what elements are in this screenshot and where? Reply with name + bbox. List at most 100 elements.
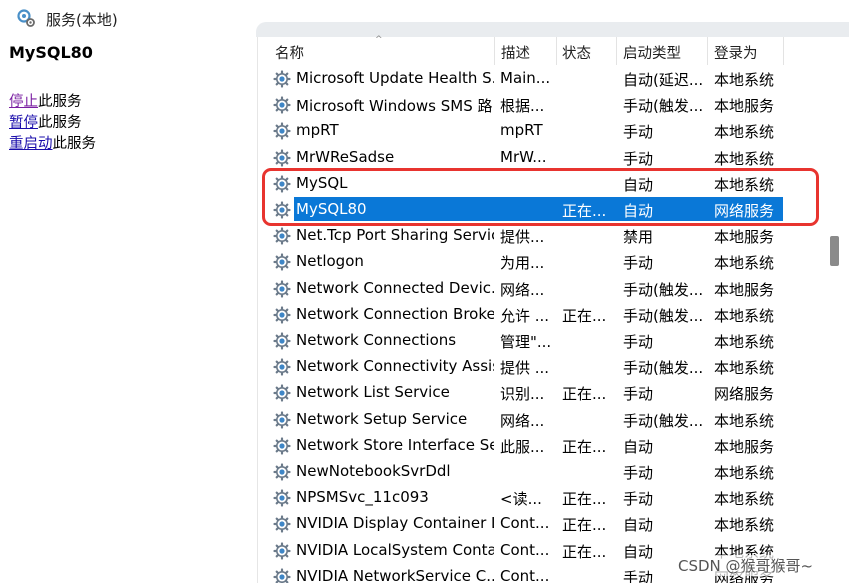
description-cell: 为用... bbox=[500, 254, 545, 273]
table-row[interactable]: Network List Service 识别... 正在... 手动 网络服务 bbox=[258, 380, 826, 406]
table-row[interactable]: Network Setup Service 网络... 手动(触发... 本地系统 bbox=[258, 407, 826, 433]
scrollbar-thumb[interactable] bbox=[830, 236, 839, 266]
startup-type-cell: 自动 bbox=[623, 516, 654, 535]
startup-type-cell: 手动 bbox=[623, 123, 654, 142]
startup-type-cell: 手动 bbox=[623, 149, 654, 168]
startup-type-cell: 手动(触发... bbox=[623, 359, 704, 378]
table-row[interactable]: mpRT mpRT 手动 本地系统 bbox=[258, 118, 826, 144]
table-row[interactable]: Microsoft Update Health S... Main... 自动(延迟… bbox=[258, 66, 826, 92]
description-cell: Main... bbox=[500, 69, 551, 87]
service-name-cell: Netlogon bbox=[296, 252, 364, 271]
vertical-scrollbar[interactable] bbox=[826, 37, 849, 583]
column-divider[interactable] bbox=[556, 37, 557, 65]
service-gear-icon bbox=[273, 227, 291, 245]
watermark: CSDN @猴哥猴哥~ bbox=[676, 555, 816, 576]
service-name-cell: Network List Service bbox=[296, 383, 450, 402]
description-cell: MrW... bbox=[500, 147, 547, 166]
service-name-cell: mpRT bbox=[296, 121, 339, 140]
service-gear-icon bbox=[273, 96, 291, 114]
service-gear-icon bbox=[273, 253, 291, 271]
service-name-cell: Network Setup Service bbox=[296, 409, 468, 428]
log-on-as-cell: 本地服务 bbox=[714, 228, 775, 247]
column-description[interactable]: 描述 bbox=[501, 42, 530, 63]
service-gear-icon bbox=[273, 463, 291, 481]
column-startup-type[interactable]: 启动类型 bbox=[623, 42, 681, 63]
column-name[interactable]: 名称 bbox=[275, 42, 304, 63]
service-name-cell: MrWReSadse bbox=[296, 147, 395, 166]
service-gear-icon bbox=[273, 489, 291, 507]
log-on-as-cell: 本地系统 bbox=[714, 516, 775, 535]
service-name-cell: NVIDIA NetworkService C... bbox=[296, 566, 494, 583]
service-name-cell: Network Connection Broker bbox=[296, 304, 494, 323]
startup-type-cell: 自动(延迟... bbox=[623, 71, 704, 89]
service-gear-icon bbox=[273, 358, 291, 376]
service-gear-icon bbox=[273, 306, 291, 324]
table-row[interactable]: NVIDIA Display Container LS Cont... 正在... 自… bbox=[258, 511, 826, 537]
table-row[interactable]: Network Connection Broker 允许 ... 正在... 手动(触… bbox=[258, 302, 826, 328]
log-on-as-cell: 本地系统 bbox=[714, 123, 775, 142]
status-cell: 正在... bbox=[562, 490, 607, 509]
pause-link-suffix: 此服务 bbox=[38, 115, 82, 131]
service-name-cell: NVIDIA LocalSystem Conta... bbox=[296, 540, 494, 559]
service-name-cell: Network Connected Devic... bbox=[296, 278, 494, 297]
description-cell: Cont... bbox=[500, 514, 550, 533]
description-panel: MySQL80 停止此服务 暂停此服务 重启动此服务 bbox=[0, 37, 258, 583]
description-cell: 根据... bbox=[500, 97, 545, 116]
startup-type-cell: 手动 bbox=[623, 464, 654, 482]
service-gear-icon bbox=[273, 437, 291, 455]
service-name-cell: Network Store Interface Se... bbox=[296, 435, 494, 454]
log-on-as-cell: 网络服务 bbox=[714, 385, 775, 404]
startup-type-cell: 手动 bbox=[623, 254, 654, 273]
log-on-as-cell: 本地系统 bbox=[714, 464, 775, 482]
log-on-as-cell: 本地系统 bbox=[714, 490, 775, 509]
table-row[interactable]: Network Store Interface Se... 此服... 正在... 自… bbox=[258, 433, 826, 459]
description-cell: 提供 ... bbox=[500, 359, 550, 378]
startup-type-cell: 手动(触发... bbox=[623, 306, 704, 325]
pause-service-action: 暂停此服务 bbox=[9, 111, 82, 132]
startup-type-cell: 手动(触发... bbox=[623, 280, 704, 299]
table-row[interactable]: Netlogon 为用... 手动 本地系统 bbox=[258, 249, 826, 275]
table-row[interactable]: Net.Tcp Port Sharing Service 提供... 禁用 本地服务 bbox=[258, 223, 826, 249]
table-row[interactable]: Microsoft Windows SMS 路... 根据... 手动(触发... 本… bbox=[258, 92, 826, 118]
description-cell: 此服... bbox=[500, 437, 545, 456]
service-name-cell: NVIDIA Display Container LS bbox=[296, 514, 494, 533]
table-row[interactable]: NPSMSvc_11c093 <读... 正在... 手动 本地系统 bbox=[258, 485, 826, 511]
description-cell: <读... bbox=[500, 490, 542, 509]
service-name-cell: Microsoft Update Health S... bbox=[296, 69, 494, 87]
table-row[interactable]: NewNotebookSvrDdl 手动 本地系统 bbox=[258, 459, 826, 485]
sort-ascending-icon: ^ bbox=[375, 35, 383, 45]
window-title: 服务(本地) bbox=[46, 11, 118, 29]
column-divider[interactable] bbox=[494, 37, 495, 65]
table-row[interactable]: Network Connections 管理"... 手动 本地系统 bbox=[258, 328, 826, 354]
pause-link[interactable]: 暂停 bbox=[9, 115, 38, 131]
services-list: Microsoft Update Health S... Main... 自动(延迟… bbox=[258, 66, 826, 583]
column-divider[interactable] bbox=[707, 37, 708, 65]
service-name-cell: Net.Tcp Port Sharing Service bbox=[296, 226, 494, 245]
service-gear-icon bbox=[273, 122, 291, 140]
description-cell: 识别... bbox=[500, 385, 545, 404]
service-gear-icon bbox=[273, 332, 291, 350]
column-status[interactable]: 状态 bbox=[562, 42, 591, 63]
service-name-cell: Microsoft Windows SMS 路... bbox=[296, 97, 494, 116]
restart-link[interactable]: 重启动 bbox=[9, 136, 53, 152]
service-name-cell: Network Connectivity Assis... bbox=[296, 357, 494, 376]
service-name-cell: NPSMSvc_11c093 bbox=[296, 488, 429, 507]
description-cell: 网络... bbox=[500, 280, 545, 299]
table-row[interactable]: Network Connected Devic... 网络... 手动(触发... 本… bbox=[258, 276, 826, 302]
status-cell: 正在... bbox=[562, 542, 607, 561]
table-row[interactable]: MrWReSadse MrW... 手动 本地系统 bbox=[258, 145, 826, 171]
log-on-as-cell: 本地系统 bbox=[714, 149, 775, 168]
stop-link[interactable]: 停止 bbox=[9, 94, 38, 110]
startup-type-cell: 手动(触发... bbox=[623, 411, 704, 430]
startup-type-cell: 禁用 bbox=[623, 228, 654, 247]
service-gear-icon bbox=[273, 279, 291, 298]
description-cell: 管理"... bbox=[500, 333, 552, 351]
column-log-on-as[interactable]: 登录为 bbox=[714, 42, 758, 63]
selected-service-name: MySQL80 bbox=[9, 43, 93, 62]
column-divider[interactable] bbox=[783, 37, 784, 65]
status-cell: 正在... bbox=[562, 516, 607, 535]
column-divider[interactable] bbox=[616, 37, 617, 65]
table-row[interactable]: Network Connectivity Assis... 提供 ... 手动(触发… bbox=[258, 354, 826, 380]
description-cell: 提供... bbox=[500, 228, 545, 247]
pane-frame bbox=[256, 22, 849, 38]
